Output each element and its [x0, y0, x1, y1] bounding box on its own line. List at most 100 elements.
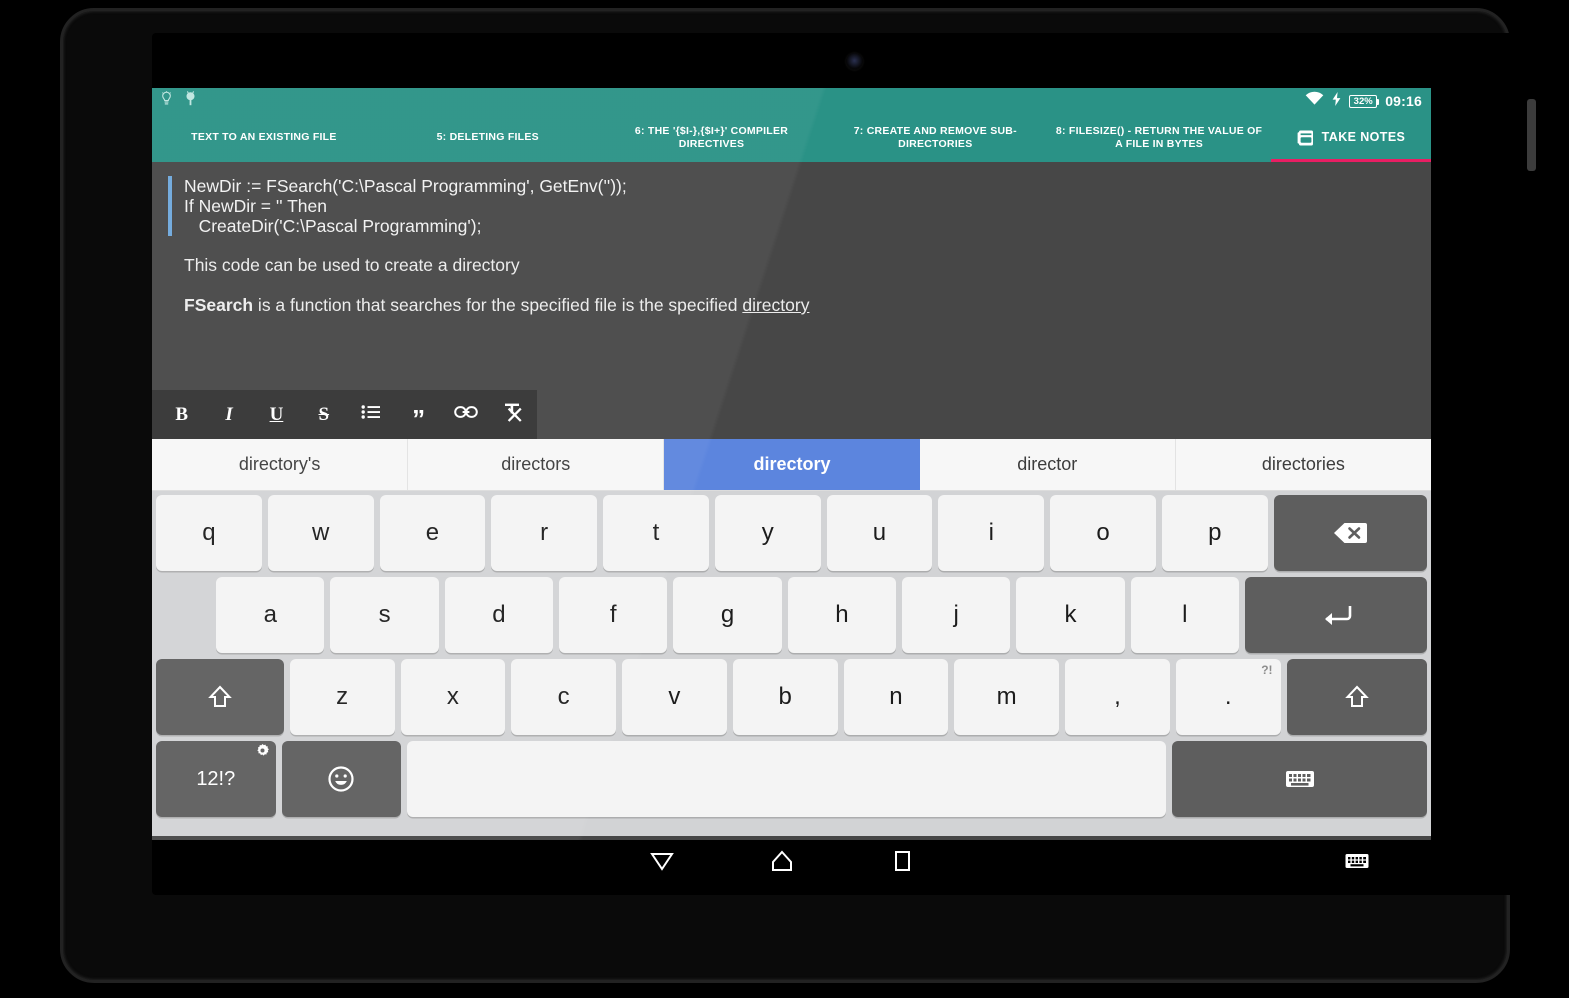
key-n[interactable]: n: [843, 659, 949, 735]
tab-create-remove-subdirectories[interactable]: 7: CREATE AND REMOVE SUB-DIRECTORIES: [823, 114, 1047, 162]
on-screen-keyboard: q w e r t y u i o p a s d f g h j k l z …: [152, 491, 1431, 836]
italic-button[interactable]: I: [205, 390, 252, 439]
key-symbols-label: 12!?: [196, 767, 236, 790]
note-paragraph-2: FSearch is a function that searches for …: [168, 294, 1413, 316]
recents-square-icon: [891, 849, 913, 878]
lightbulb-icon: [160, 90, 173, 112]
battery-percent-label: 32%: [1353, 95, 1373, 107]
tab-take-notes-label: TAKE NOTES: [1321, 130, 1406, 145]
shift-icon: [207, 684, 233, 710]
suggestion-item-1[interactable]: directors: [408, 439, 665, 490]
plug-icon: [184, 90, 197, 112]
key-m[interactable]: m: [954, 659, 1060, 735]
key-r[interactable]: r: [491, 495, 598, 571]
strikethrough-button[interactable]: S: [300, 390, 347, 439]
link-button[interactable]: [442, 390, 489, 439]
italic-icon: I: [225, 404, 233, 425]
key-period-label: .: [1224, 683, 1232, 710]
nav-keyboard-toggle[interactable]: [1297, 840, 1417, 886]
key-period-superscript: ?!: [1261, 663, 1273, 677]
key-t[interactable]: t: [603, 495, 709, 571]
keyboard-row-1: q w e r t y u i o p: [154, 495, 1429, 571]
key-f[interactable]: f: [559, 577, 668, 653]
tab-filesize[interactable]: 8: FILESIZE() - RETURN THE VALUE OF A FI…: [1047, 114, 1271, 162]
suggestion-item-3[interactable]: director: [920, 439, 1176, 490]
status-bar: 32% 09:16: [152, 88, 1431, 114]
keyboard-switch-icon: [1285, 768, 1315, 790]
key-s[interactable]: s: [330, 577, 439, 653]
tab-text-to-existing-file[interactable]: TEXT TO AN EXISTING FILE: [152, 114, 376, 162]
tab-take-notes[interactable]: TAKE NOTES: [1270, 114, 1431, 162]
key-i[interactable]: i: [938, 495, 1045, 571]
key-o[interactable]: o: [1050, 495, 1156, 571]
key-space[interactable]: [407, 741, 1167, 817]
key-shift-left[interactable]: [156, 659, 284, 735]
gear-icon: [256, 744, 269, 757]
key-a[interactable]: a: [216, 577, 325, 653]
clear-format-button[interactable]: [490, 390, 537, 439]
nav-home-button[interactable]: [722, 840, 842, 886]
rich-text-format-toolbar: B I U S ”: [152, 390, 537, 439]
power-button[interactable]: [1527, 99, 1536, 171]
keyboard-row-2: a s d f g h j k l: [154, 577, 1429, 653]
key-emoji[interactable]: [281, 741, 402, 817]
key-g[interactable]: g: [673, 577, 782, 653]
key-d[interactable]: d: [444, 577, 554, 653]
key-switch-keyboard[interactable]: [1172, 741, 1427, 817]
backspace-icon: [1333, 521, 1368, 545]
key-y[interactable]: y: [714, 495, 821, 571]
key-symbols[interactable]: 12!?: [156, 741, 276, 817]
android-navigation-bar: [152, 840, 1431, 886]
emoji-icon: [327, 765, 355, 793]
charging-bolt-icon: [1332, 91, 1341, 111]
note-editor-area[interactable]: NewDir := FSearch('C:\Pascal Programming…: [152, 162, 1431, 390]
chapter-tab-bar: TEXT TO AN EXISTING FILE 5: DELETING FIL…: [152, 114, 1431, 162]
home-icon: [770, 849, 794, 878]
underline-button[interactable]: U: [253, 390, 300, 439]
code-line-2: If NewDir = '' Then: [184, 196, 328, 216]
enter-icon: [1319, 603, 1353, 627]
clock-label: 09:16: [1385, 93, 1422, 109]
device-screen: 32% 09:16 TEXT TO AN EXISTING FILE 5: DE…: [152, 88, 1431, 840]
key-q[interactable]: q: [156, 495, 262, 571]
bullet-list-button[interactable]: [348, 390, 395, 439]
tab-deleting-files[interactable]: 5: DELETING FILES: [376, 114, 600, 162]
keyboard-row-3: z x c v b n m , ?! .: [154, 659, 1429, 735]
tab-compiler-directives[interactable]: 6: THE '{$I-},{$I+}' COMPILER DIRECTIVES: [600, 114, 824, 162]
key-p[interactable]: p: [1161, 495, 1268, 571]
suggestion-item-4[interactable]: directories: [1176, 439, 1431, 490]
key-enter[interactable]: [1244, 577, 1427, 653]
nav-back-button[interactable]: [602, 840, 722, 886]
quote-button[interactable]: ”: [395, 390, 442, 439]
key-j[interactable]: j: [902, 577, 1011, 653]
key-e[interactable]: e: [379, 495, 486, 571]
key-w[interactable]: w: [267, 495, 374, 571]
bold-button[interactable]: B: [158, 390, 205, 439]
note-paragraph-2-text: is a function that searches for the spec…: [253, 295, 743, 315]
key-backspace[interactable]: [1273, 495, 1428, 571]
key-l[interactable]: l: [1130, 577, 1239, 653]
code-line-1: NewDir := FSearch('C:\Pascal Programming…: [184, 176, 627, 196]
link-icon: [454, 405, 478, 424]
suggestion-item-0[interactable]: directory's: [152, 439, 409, 490]
keyboard-suggestion-strip: directory's directors directory director…: [152, 439, 1431, 491]
suggestion-item-2-selected[interactable]: directory: [664, 439, 920, 490]
key-z[interactable]: z: [289, 659, 395, 735]
nav-recents-button[interactable]: [842, 840, 962, 886]
key-u[interactable]: u: [826, 495, 933, 571]
strikethrough-icon: S: [318, 404, 330, 425]
key-v[interactable]: v: [622, 659, 727, 735]
key-comma[interactable]: ,: [1065, 659, 1170, 735]
keyboard-row2-left-pad: [156, 577, 210, 653]
key-k[interactable]: k: [1016, 577, 1125, 653]
note-link-directory[interactable]: directory: [742, 295, 809, 315]
status-right-cluster: 32% 09:16: [1305, 91, 1422, 111]
key-period[interactable]: ?! .: [1175, 659, 1281, 735]
key-c[interactable]: c: [511, 659, 617, 735]
keyboard-icon: [1345, 852, 1369, 875]
key-x[interactable]: x: [400, 659, 506, 735]
key-b[interactable]: b: [732, 659, 838, 735]
key-h[interactable]: h: [787, 577, 897, 653]
bold-icon: B: [175, 404, 189, 425]
key-shift-right[interactable]: [1286, 659, 1427, 735]
